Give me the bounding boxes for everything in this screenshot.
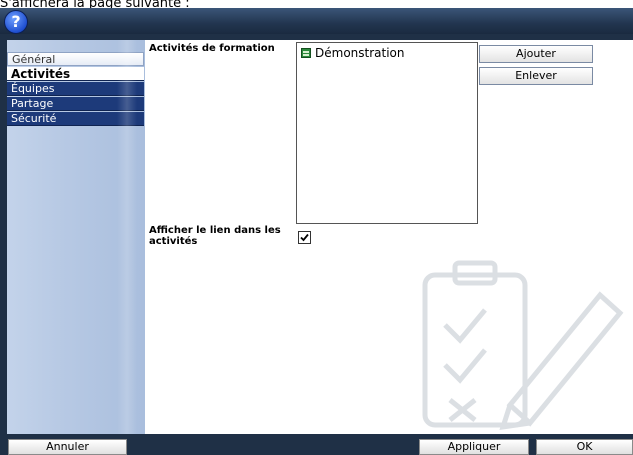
help-icon[interactable]: ? [4,10,28,34]
show-link-checkbox[interactable] [298,231,311,244]
sidebar-item-general[interactable]: Général [7,52,144,66]
sidebar: Général Activités Équipes Partage Sécuri… [7,40,145,434]
show-link-label: Afficher le lien dans les activités [149,225,281,247]
checkmark-icon [300,233,309,242]
list-item-label: Démonstration [315,46,405,60]
clipboard-pencil-icon [422,260,624,431]
activity-icon [301,48,311,58]
ok-button[interactable]: OK [536,439,633,455]
cancel-button[interactable]: Annuler [8,439,127,455]
sidebar-item-equipes[interactable]: Équipes [7,82,144,96]
sidebar-item-activites[interactable]: Activités [7,67,144,81]
activities-listbox[interactable]: Démonstration [296,42,478,224]
add-button[interactable]: Ajouter [479,45,593,63]
dialog-titlebar: ? [0,8,633,34]
apply-button[interactable]: Appliquer [419,439,529,455]
sidebar-item-partage[interactable]: Partage [7,97,144,111]
list-item[interactable]: Démonstration [301,46,405,60]
remove-button[interactable]: Enlever [479,67,593,85]
activities-label: Activités de formation [149,43,275,54]
sidebar-item-securite[interactable]: Sécurité [7,112,144,126]
